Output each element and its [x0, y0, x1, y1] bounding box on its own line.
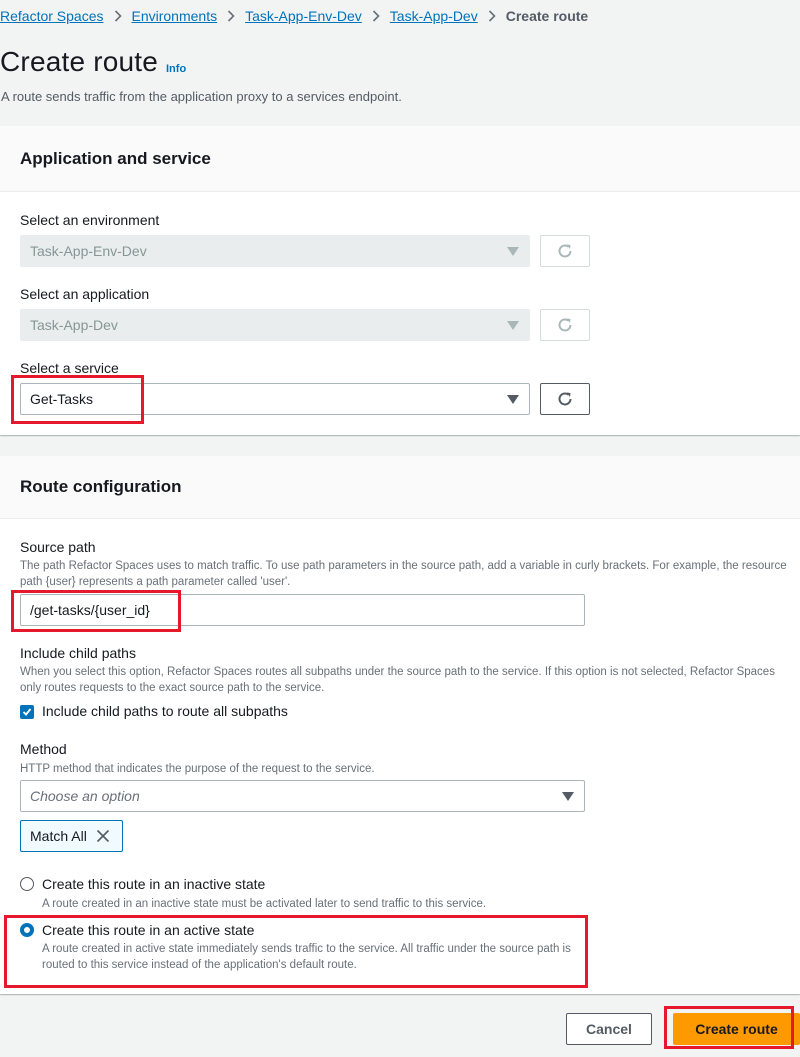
info-link[interactable]: Info: [166, 63, 186, 75]
child-paths-description: When you select this option, Refactor Sp…: [20, 666, 775, 694]
cancel-button[interactable]: Cancel: [566, 1013, 652, 1045]
panel-title: Route configuration: [20, 477, 182, 496]
inactive-state-radio[interactable]: [20, 877, 34, 891]
refresh-icon: [558, 318, 572, 332]
panel-header: Application and service: [0, 126, 800, 192]
token-label: Match All: [30, 828, 87, 844]
caret-down-icon: [507, 321, 519, 330]
chevron-right-icon: [372, 10, 380, 22]
active-state-radio[interactable]: [20, 923, 34, 937]
active-state-description: A route created in active state immediat…: [42, 943, 571, 971]
breadcrumb-current: Create route: [505, 8, 589, 24]
chevron-right-icon: [488, 10, 496, 22]
application-refresh-button: [540, 309, 590, 341]
environment-value: Task-App-Env-Dev: [30, 243, 147, 259]
chevron-right-icon: [114, 10, 122, 22]
breadcrumb-refactor-spaces[interactable]: Refactor Spaces: [0, 8, 104, 24]
application-select: Task-App-Dev: [20, 309, 530, 341]
method-label: Method: [20, 741, 67, 757]
breadcrumb: Refactor Spaces Environments Task-App-En…: [0, 6, 588, 26]
create-route-button[interactable]: Create route: [673, 1013, 800, 1045]
environment-label: Select an environment: [20, 212, 160, 228]
application-label: Select an application: [20, 286, 150, 302]
breadcrumb-environment[interactable]: Task-App-Env-Dev: [245, 8, 362, 24]
caret-down-icon: [562, 792, 574, 801]
method-description: HTTP method that indicates the purpose o…: [20, 763, 375, 775]
page-title: Create route: [0, 46, 159, 77]
close-icon[interactable]: [96, 829, 110, 843]
service-value: Get-Tasks: [30, 391, 94, 407]
caret-down-icon: [507, 395, 519, 404]
method-placeholder: Choose an option: [30, 788, 140, 804]
active-state-label[interactable]: Create this route in an active state: [42, 922, 254, 938]
checkmark-icon: [22, 708, 32, 716]
source-path-input[interactable]: [20, 594, 585, 626]
refresh-icon: [558, 244, 572, 258]
child-paths-checkbox[interactable]: [20, 705, 34, 719]
service-select[interactable]: Get-Tasks: [20, 383, 530, 415]
chevron-right-icon: [227, 10, 235, 22]
breadcrumb-environments[interactable]: Environments: [132, 8, 218, 24]
environment-refresh-button: [540, 235, 590, 267]
child-paths-checkbox-label[interactable]: Include child paths to route all subpath…: [42, 703, 288, 719]
environment-select: Task-App-Env-Dev: [20, 235, 530, 267]
service-refresh-button[interactable]: [540, 383, 590, 415]
child-paths-label: Include child paths: [20, 645, 136, 661]
inactive-state-description: A route created in an inactive state mus…: [42, 898, 487, 910]
application-service-panel: Application and service Select an enviro…: [0, 126, 800, 435]
refresh-icon: [558, 392, 572, 406]
method-token-match-all: Match All: [20, 820, 123, 852]
service-label: Select a service: [20, 360, 119, 376]
panel-header: Route configuration: [0, 456, 800, 519]
source-path-description: The path Refactor Spaces uses to match t…: [20, 560, 787, 588]
page-description: A route sends traffic from the applicati…: [1, 89, 402, 104]
route-configuration-panel: Route configuration Source path The path…: [0, 456, 800, 994]
panel-title: Application and service: [20, 148, 211, 168]
application-value: Task-App-Dev: [30, 317, 118, 333]
breadcrumb-application[interactable]: Task-App-Dev: [390, 8, 478, 24]
inactive-state-label[interactable]: Create this route in an inactive state: [42, 876, 265, 892]
source-path-label: Source path: [20, 539, 96, 555]
method-select[interactable]: Choose an option: [20, 780, 585, 812]
caret-down-icon: [507, 247, 519, 256]
